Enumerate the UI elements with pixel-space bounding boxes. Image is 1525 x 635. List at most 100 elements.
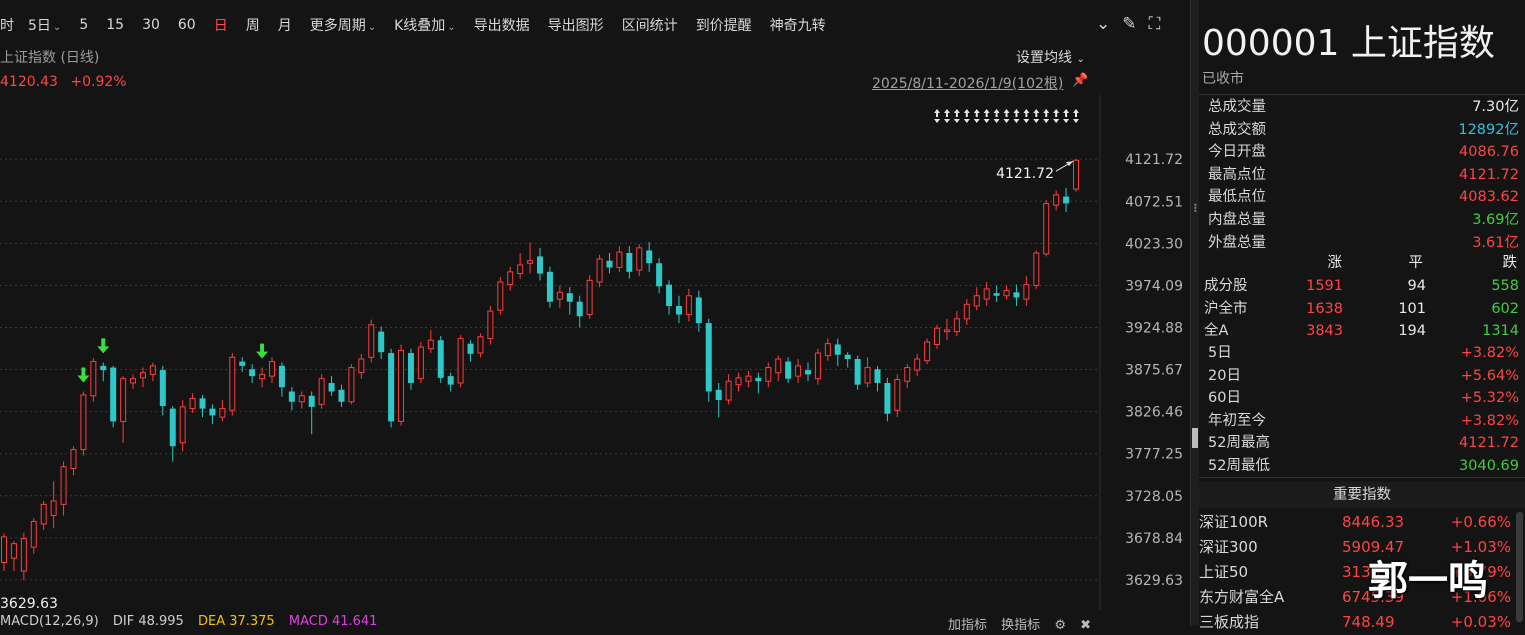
candle-body-down[interactable] <box>785 361 792 379</box>
candle-body-up[interactable] <box>90 361 97 397</box>
candle-body-down[interactable] <box>626 252 633 272</box>
candle-body-down[interactable] <box>308 395 315 407</box>
chevron-down-circle-icon[interactable]: ⌄ <box>1096 14 1110 34</box>
candle-body-down[interactable] <box>407 353 414 383</box>
candle-body-up[interactable] <box>934 327 941 345</box>
candle-body-down[interactable] <box>874 369 881 383</box>
candle-body-down[interactable] <box>844 354 851 360</box>
candle-body-up[interactable] <box>1023 284 1030 300</box>
candle-body-down[interactable] <box>834 344 841 355</box>
candle-body-up[interactable] <box>775 358 782 374</box>
period-tab-7[interactable]: 周 <box>246 15 260 35</box>
candle-body-up[interactable] <box>139 372 146 379</box>
candle-body-up[interactable] <box>795 365 802 377</box>
candle-body-up[interactable] <box>60 466 67 505</box>
candle-body-down[interactable] <box>239 361 246 366</box>
candle-body-up[interactable] <box>1 536 7 564</box>
candle-body-down[interactable] <box>576 301 583 317</box>
period-tab-4[interactable]: 30 <box>142 17 160 33</box>
candle-body-up[interactable] <box>368 324 375 358</box>
candle-body-up[interactable] <box>864 367 871 384</box>
candle-body-down[interactable] <box>388 353 395 422</box>
chart-range[interactable]: 2025/8/11-2026/1/9(102根) <box>872 73 1063 93</box>
candle-body-down[interactable] <box>666 284 673 307</box>
candle-body-up[interactable] <box>943 329 950 333</box>
candle-body-down[interactable] <box>338 389 345 402</box>
candle-body-up[interactable] <box>358 358 365 374</box>
candle-body-down[interactable] <box>278 365 285 388</box>
candle-body-up[interactable] <box>497 281 504 311</box>
candle-body-up[interactable] <box>636 247 643 271</box>
candle-body-up[interactable] <box>685 295 692 316</box>
candle-body-down[interactable] <box>209 408 216 416</box>
candle-body-up[interactable] <box>259 373 266 380</box>
candle-body-down[interactable] <box>110 367 117 422</box>
candle-body-up[interactable] <box>10 543 17 559</box>
candle-body-down[interactable] <box>675 306 682 315</box>
candle-body-down[interactable] <box>805 370 811 375</box>
candle-body-up[interactable] <box>507 271 514 286</box>
index-row[interactable]: 三板成指 748.49 +0.03% <box>1199 610 1519 635</box>
candle-body-up[interactable] <box>1033 252 1040 286</box>
period-tab-5[interactable]: 60 <box>178 17 196 33</box>
candle-body-down[interactable] <box>169 408 176 447</box>
candle-body-down[interactable] <box>566 293 573 302</box>
candle-body-up[interactable] <box>487 310 494 339</box>
panel-splitter[interactable]: • • • <box>1190 0 1199 626</box>
period-tab-12[interactable]: 导出图形 <box>548 15 604 35</box>
period-tab-9[interactable]: 更多周期 ⌄ <box>310 15 376 35</box>
candle-body-up[interactable] <box>120 378 127 422</box>
period-tab-0[interactable]: 分时 <box>0 15 14 35</box>
candle-body-up[interactable] <box>973 295 980 307</box>
pin-icon[interactable]: 📌 <box>1072 73 1088 88</box>
candle-body-up[interactable] <box>477 336 484 354</box>
candle-body-up[interactable] <box>457 337 464 384</box>
candle-body-down[interactable] <box>378 331 385 353</box>
candle-body-up[interactable] <box>1043 202 1050 255</box>
candle-body-up[interactable] <box>824 343 831 357</box>
candle-body-up[interactable] <box>318 378 325 405</box>
candle-body-up[interactable] <box>725 380 732 401</box>
period-tab-14[interactable]: 到价提醒 <box>696 15 752 35</box>
brush-icon[interactable]: ✎ <box>1122 14 1136 34</box>
candle-body-up[interactable] <box>527 260 534 264</box>
candle-body-up[interactable] <box>765 367 772 382</box>
candle-body-up[interactable] <box>427 339 434 350</box>
candle-body-up[interactable] <box>1003 290 1010 297</box>
candle-body-up[interactable] <box>179 406 186 444</box>
collapse-handle[interactable] <box>1192 428 1198 448</box>
candle-body-up[interactable] <box>735 377 742 386</box>
candle-body-down[interactable] <box>199 398 206 409</box>
candle-body-up[interactable] <box>229 356 236 411</box>
candle-body-up[interactable] <box>298 395 305 403</box>
candle-body-up[interactable] <box>80 394 87 451</box>
candle-body-up[interactable] <box>189 397 196 410</box>
candle-body-up[interactable] <box>596 258 603 283</box>
period-tab-11[interactable]: 导出数据 <box>474 15 530 35</box>
candle-body-up[interactable] <box>30 520 37 548</box>
index-row[interactable]: 深证100R 8446.33 +0.66% <box>1199 510 1519 535</box>
candle-body-down[interactable] <box>854 359 861 385</box>
candle-body-up[interactable] <box>904 367 911 382</box>
candle-body-up[interactable] <box>983 288 990 300</box>
period-tab-13[interactable]: 区间统计 <box>622 15 678 35</box>
period-tab-2[interactable]: 5 <box>79 17 88 33</box>
indices-scrollbar[interactable] <box>1516 512 1523 622</box>
candle-body-down[interactable] <box>546 271 553 302</box>
candle-body-up[interactable] <box>398 349 405 422</box>
candle-body-down[interactable] <box>705 323 712 392</box>
candle-body-up[interactable] <box>1053 194 1060 206</box>
candle-body-up[interactable] <box>70 449 77 469</box>
candle-body-down[interactable] <box>159 370 166 407</box>
candle-body-up[interactable] <box>269 361 275 377</box>
candle-body-up[interactable] <box>1073 159 1079 190</box>
candle-body-down[interactable] <box>1063 196 1070 204</box>
candle-body-up[interactable] <box>894 379 901 411</box>
candle-body-up[interactable] <box>953 318 960 333</box>
fullscreen-icon[interactable]: ⛶ <box>1149 14 1161 34</box>
candle-body-up[interactable] <box>586 279 593 316</box>
candle-body-up[interactable] <box>417 346 424 380</box>
candle-body-down[interactable] <box>467 343 474 354</box>
period-tab-3[interactable]: 15 <box>106 17 124 33</box>
candle-body-up[interactable] <box>814 352 821 380</box>
